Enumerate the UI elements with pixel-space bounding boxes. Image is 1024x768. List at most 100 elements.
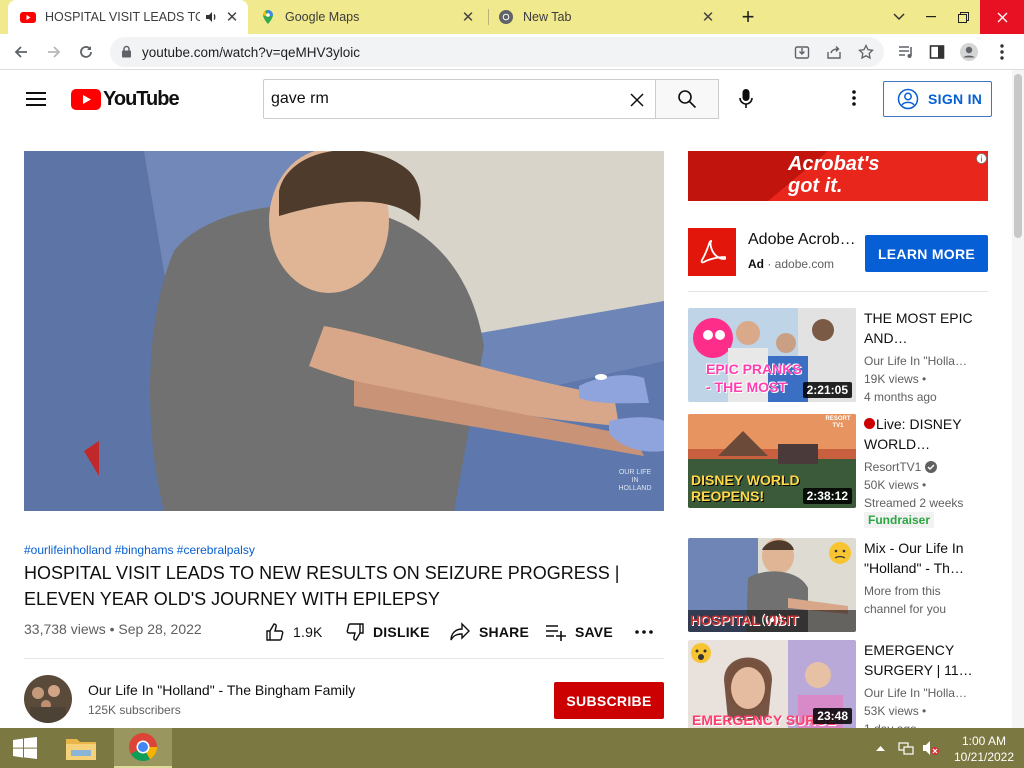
chrome-taskbar-icon[interactable] bbox=[114, 728, 172, 768]
view-count-and-date: 33,738 views • Sep 28, 2022 bbox=[24, 621, 202, 637]
hamburger-menu-icon[interactable] bbox=[26, 91, 46, 107]
windows-start-icon[interactable] bbox=[0, 728, 50, 768]
lock-icon[interactable] bbox=[121, 45, 132, 58]
scrollbar-thumb[interactable] bbox=[1014, 74, 1022, 238]
view-count: 53K views • bbox=[864, 704, 927, 718]
youtube-logo-text: YouTube bbox=[103, 88, 180, 110]
like-button[interactable]: 1.9K bbox=[265, 620, 323, 644]
save-label: SAVE bbox=[575, 624, 613, 640]
share-arrow-icon bbox=[450, 622, 470, 641]
thumbnail-text: HOSPITAL VISIT bbox=[690, 612, 799, 628]
url-text: youtube.com/watch?v=qeMHV3yloic bbox=[142, 45, 360, 60]
sign-in-button[interactable]: SIGN IN bbox=[883, 81, 992, 117]
youtube-logo[interactable]: YouTube bbox=[71, 88, 180, 111]
youtube-play-logo-icon bbox=[71, 89, 101, 110]
bookmark-star-icon[interactable] bbox=[858, 44, 874, 60]
dislike-button[interactable]: DISLIKE bbox=[345, 620, 430, 644]
share-button[interactable]: SHARE bbox=[449, 620, 529, 644]
video-thumbnail[interactable]: HOSPITAL VISIT bbox=[688, 538, 856, 632]
thumbs-up-icon bbox=[266, 623, 284, 641]
audio-playing-icon[interactable] bbox=[204, 10, 218, 24]
video-player[interactable]: OUR LIFE IN HOLLAND bbox=[24, 151, 664, 511]
clear-search-icon[interactable] bbox=[630, 93, 644, 107]
stream-age: Streamed 2 weeks bbox=[864, 496, 964, 510]
video-hashtags[interactable]: #ourlifeinholland #binghams #cerebralpal… bbox=[24, 543, 255, 557]
tab-google-maps[interactable]: Google Maps ✕ bbox=[252, 0, 484, 34]
back-icon[interactable] bbox=[8, 39, 34, 65]
clock-date: 10/21/2022 bbox=[953, 750, 1015, 764]
search-icon bbox=[678, 90, 697, 109]
video-thumbnail[interactable]: RESORT TV1 DISNEY WORLD REOPENS! 2:38:12 bbox=[688, 414, 856, 508]
recommended-video-title: EMERGENCY SURGERY | 11… bbox=[864, 642, 973, 678]
video-thumbnail[interactable]: EMERGENCY SURGE 23:48 bbox=[688, 640, 856, 728]
video-duration: 2:38:12 bbox=[802, 488, 852, 504]
video-frame bbox=[24, 151, 664, 511]
google-maps-favicon-icon bbox=[263, 10, 273, 24]
recommended-video-title: Live: DISNEY WORLD… bbox=[864, 414, 984, 454]
tab-title: HOSPITAL VISIT LEADS TO N bbox=[45, 10, 200, 24]
page-scrollbar[interactable] bbox=[1012, 70, 1024, 728]
ad-domain: adobe.com bbox=[774, 257, 835, 271]
network-icon[interactable] bbox=[898, 740, 914, 756]
recommended-video[interactable]: RESORT TV1 DISNEY WORLD REOPENS! 2:38:12… bbox=[688, 414, 988, 532]
profile-avatar-icon[interactable] bbox=[956, 39, 982, 65]
subscribe-button[interactable]: SUBSCRIBE bbox=[554, 682, 664, 719]
tab-new-tab[interactable]: New Tab ✕ bbox=[492, 0, 724, 34]
more-actions-icon[interactable] bbox=[635, 630, 653, 634]
thumbnail-text: DISNEY WORLD REOPENS! bbox=[691, 472, 800, 504]
video-duration: 2:21:05 bbox=[802, 382, 852, 398]
close-tab-icon[interactable]: ✕ bbox=[460, 9, 476, 26]
ad-banner[interactable]: Acrobat's got it. bbox=[688, 151, 988, 201]
close-tab-icon[interactable]: ✕ bbox=[700, 9, 716, 26]
close-tab-icon[interactable]: ✕ bbox=[224, 9, 240, 26]
close-window-icon[interactable] bbox=[980, 0, 1024, 34]
file-explorer-icon[interactable] bbox=[56, 728, 106, 768]
volume-muted-icon[interactable] bbox=[922, 740, 940, 756]
upload-age: 4 months ago bbox=[864, 390, 937, 404]
view-count: 19K views • bbox=[864, 372, 927, 386]
windows-taskbar: 1:00 AM 10/21/2022 bbox=[0, 728, 1024, 768]
tab-youtube[interactable]: HOSPITAL VISIT LEADS TO N ✕ bbox=[8, 0, 248, 34]
channel-avatar[interactable] bbox=[24, 675, 72, 723]
tab-divider bbox=[488, 9, 489, 25]
channel-name: ResortTV1 bbox=[864, 460, 922, 474]
search-query: gave rm bbox=[271, 90, 329, 107]
video-thumbnail[interactable]: EPIC PRANKS - THE MOST 2:21:05 bbox=[688, 308, 856, 402]
more-options-icon[interactable] bbox=[852, 90, 856, 106]
tab-title: Google Maps bbox=[285, 10, 360, 24]
share-page-icon[interactable] bbox=[826, 44, 842, 60]
forward-icon[interactable] bbox=[41, 39, 67, 65]
browser-tab-strip: HOSPITAL VISIT LEADS TO N ✕ Google Maps … bbox=[0, 0, 1024, 34]
ad-info-icon[interactable] bbox=[976, 153, 987, 164]
new-tab-icon[interactable]: + bbox=[736, 0, 760, 34]
install-app-icon[interactable] bbox=[794, 44, 810, 60]
recommended-video[interactable]: EMERGENCY SURGE 23:48 EMERGENCY SURGERY … bbox=[688, 640, 988, 728]
recommended-mix[interactable]: HOSPITAL VISIT Mix - Our Life In "Hollan… bbox=[688, 538, 988, 634]
ad-title: Adobe Acrob… bbox=[748, 231, 856, 248]
media-controls-icon[interactable] bbox=[893, 39, 919, 65]
ad-banner-line1: Acrobat's bbox=[788, 153, 880, 175]
show-hidden-icons-icon[interactable] bbox=[876, 745, 885, 751]
ad-label: Ad bbox=[748, 257, 764, 271]
tab-title: New Tab bbox=[523, 10, 572, 24]
side-panel-icon[interactable] bbox=[924, 39, 950, 65]
reload-icon[interactable] bbox=[73, 39, 99, 65]
thumbnail-logo: RESORT TV1 bbox=[825, 416, 851, 429]
save-button[interactable]: SAVE bbox=[545, 620, 613, 644]
system-clock[interactable]: 1:00 AM 10/21/2022 bbox=[946, 733, 1022, 765]
tab-search-chevron-icon[interactable] bbox=[886, 0, 912, 34]
sign-in-label: SIGN IN bbox=[928, 91, 983, 107]
channel-name[interactable]: Our Life In "Holland" - The Bingham Fami… bbox=[88, 682, 355, 698]
recommended-video[interactable]: EPIC PRANKS - THE MOST 2:21:05 THE MOST … bbox=[688, 308, 988, 404]
upload-age: 1 day ago bbox=[864, 720, 917, 728]
thumbs-down-icon bbox=[346, 623, 364, 641]
address-bar[interactable]: youtube.com/watch?v=qeMHV3yloic bbox=[110, 37, 884, 67]
chrome-menu-icon[interactable] bbox=[989, 39, 1015, 65]
microphone-icon[interactable] bbox=[738, 88, 754, 110]
restore-icon[interactable] bbox=[948, 0, 978, 34]
minimize-icon[interactable] bbox=[916, 0, 946, 34]
search-input[interactable]: gave rm bbox=[263, 79, 656, 119]
search-button[interactable] bbox=[655, 79, 719, 119]
browser-toolbar: youtube.com/watch?v=qeMHV3yloic bbox=[0, 34, 1024, 70]
learn-more-button[interactable]: LEARN MORE bbox=[865, 235, 988, 272]
